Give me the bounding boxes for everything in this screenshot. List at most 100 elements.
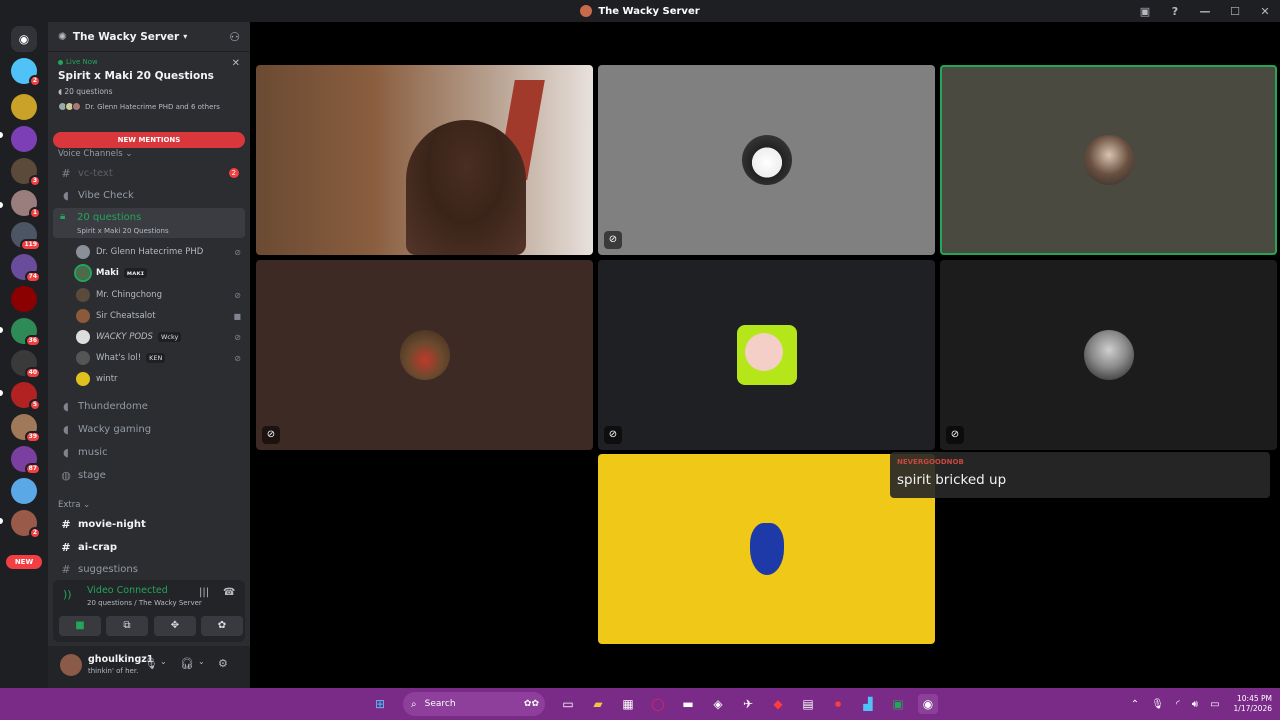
server-icon[interactable]: 119	[11, 222, 41, 251]
maximize-button[interactable]: ☐	[1220, 5, 1250, 18]
clock[interactable]: 10:45 PM 1/17/2026	[1234, 694, 1272, 714]
close-button[interactable]: ✕	[1250, 5, 1280, 18]
voice-user[interactable]: Maki ᴍᴀᴋɪ	[74, 263, 241, 283]
volume-icon[interactable]: 🔊︎	[1192, 699, 1198, 710]
channel-music[interactable]: ◖ music	[53, 442, 245, 462]
voice-user[interactable]: What's lol! KEN ⊘	[76, 348, 241, 368]
settings-gear-icon[interactable]: ⚙	[218, 657, 228, 670]
hash-icon: #	[61, 562, 71, 576]
microphone-icon[interactable]: 🎙︎	[144, 657, 158, 670]
live-event-banner[interactable]: Live Now Spirit x Maki 20 Questions ◖ 20…	[48, 52, 250, 118]
screen-share-button[interactable]: ⧉	[106, 616, 148, 636]
app-icon[interactable]: ✈	[738, 694, 758, 714]
chevron-down-icon[interactable]: ⌄	[198, 657, 205, 666]
discord-home-icon[interactable]: ◉	[11, 26, 37, 52]
video-tile-mask[interactable]: ⊘	[940, 260, 1277, 450]
app-icon[interactable]: ▬	[678, 694, 698, 714]
taskbar-search[interactable]: ⌕ Search ✿✿	[403, 692, 545, 716]
channel-20-questions[interactable]: 🔒︎ 20 questions Spirit x Maki 20 Questio…	[53, 208, 245, 238]
video-tile-webcam[interactable]	[256, 65, 593, 255]
store-icon[interactable]: ▦	[618, 694, 638, 714]
category-extra[interactable]: Extra ⌄	[58, 500, 90, 510]
category-voice-channels[interactable]: Voice Channels ⌄	[58, 149, 132, 159]
server-icon[interactable]: 3	[11, 158, 41, 187]
app-icon[interactable]: ◯	[648, 694, 668, 714]
minimize-button[interactable]: —	[1190, 5, 1220, 18]
chevron-down-icon[interactable]: ⌄	[160, 657, 167, 666]
invite-people-icon[interactable]: ⚇	[229, 30, 240, 44]
battery-icon[interactable]: ▭	[1210, 699, 1219, 710]
channel-movie-night[interactable]: # movie-night	[53, 514, 245, 534]
voice-user[interactable]: Dr. Glenn Hatecrime PHD ⊘	[76, 242, 241, 262]
channel-suggestions[interactable]: # suggestions	[53, 559, 245, 579]
close-icon[interactable]: ✕	[232, 58, 240, 69]
video-tile-yellow[interactable]	[598, 454, 935, 644]
voice-user[interactable]: Sir Cheatsalot ■	[76, 306, 241, 326]
avatar	[1083, 135, 1134, 185]
server-icon[interactable]: 2	[11, 510, 41, 539]
video-tile-cat[interactable]: ⊘	[598, 65, 935, 255]
channel-sidebar: ✺ The Wacky Server ▾ ⚇ Live Now Spirit x…	[48, 22, 250, 688]
avatar[interactable]	[60, 654, 82, 676]
voice-user[interactable]: wintr	[76, 369, 241, 389]
server-icon[interactable]: 5	[11, 382, 41, 411]
speaker-icon: ◖	[63, 399, 69, 413]
channel-vc-text[interactable]: # vc-text 2	[53, 163, 245, 183]
disconnect-icon[interactable]: ☎	[223, 587, 235, 598]
inbox-icon[interactable]: ▣	[1130, 5, 1160, 18]
channel-wacky-gaming[interactable]: ◖ Wacky gaming	[53, 419, 245, 439]
task-view-icon[interactable]: ▭	[558, 694, 578, 714]
channel-stage[interactable]: ◍ stage	[53, 465, 245, 485]
video-tile-speaking[interactable]	[940, 65, 1277, 255]
server-icon[interactable]	[11, 126, 37, 152]
server-icon[interactable]	[11, 286, 37, 312]
chevron-up-icon[interactable]: ⌃	[1131, 699, 1139, 710]
voice-user[interactable]: Mr. Chingchong ⊘	[76, 285, 241, 305]
channel-ai-crap[interactable]: # ai-crap	[53, 537, 245, 557]
voice-user[interactable]: WACKY PODS Wcky ⊘	[76, 327, 241, 347]
server-icon[interactable]: 87	[11, 446, 41, 475]
app-icon[interactable]: ▣	[888, 694, 908, 714]
video-tile-cowboy[interactable]: ⊘	[256, 260, 593, 450]
search-icon: ⌕	[411, 698, 417, 710]
noise-suppression-icon[interactable]: |||	[199, 587, 209, 598]
chat-message-popup[interactable]: NEVERGOODNOB spirit bricked up	[890, 452, 1270, 498]
new-mentions-button[interactable]: NEW MENTIONS	[53, 132, 245, 148]
server-icon[interactable]	[11, 94, 37, 120]
record-icon[interactable]: ⏺	[828, 694, 848, 714]
avatar	[76, 351, 90, 365]
app-icon[interactable]: ▤	[798, 694, 818, 714]
app-icon[interactable]: ◈	[708, 694, 728, 714]
connection-status[interactable]: Video Connected	[87, 585, 168, 596]
connection-location[interactable]: 20 questions / The Wacky Server	[87, 599, 202, 607]
channel-thunderdome[interactable]: ◖ Thunderdome	[53, 396, 245, 416]
wifi-icon[interactable]: ◜	[1176, 699, 1180, 710]
muted-icon: ⊘	[604, 426, 622, 444]
avatar	[76, 245, 90, 259]
server-icon[interactable]: 36	[11, 318, 41, 347]
app-icon[interactable]: ◆	[768, 694, 788, 714]
video-tile-robot[interactable]: ⊘	[598, 260, 935, 450]
server-icon[interactable]: 1	[11, 190, 41, 219]
server-icon[interactable]: 2	[11, 58, 41, 87]
headphones-icon[interactable]: 🎧︎	[180, 657, 194, 670]
file-explorer-icon[interactable]: ▰	[588, 694, 608, 714]
discord-taskbar-icon[interactable]: ◉	[918, 694, 938, 714]
microphone-icon[interactable]: 🎙︎	[1151, 699, 1164, 710]
windows-start-icon[interactable]: ⊞	[370, 694, 390, 714]
server-icon[interactable]	[11, 478, 37, 504]
signal-icon[interactable]: ))	[63, 588, 72, 601]
server-header[interactable]: ✺ The Wacky Server ▾ ⚇	[48, 22, 250, 52]
soundboard-button[interactable]: ✿	[201, 616, 243, 636]
activities-button[interactable]: ✥	[154, 616, 196, 636]
chevron-down-icon: ▾	[183, 32, 188, 41]
help-icon[interactable]: ?	[1160, 5, 1190, 18]
camera-button[interactable]: ■	[59, 616, 101, 636]
server-icon[interactable]: 40	[11, 350, 41, 379]
channel-vibe-check[interactable]: ◖ Vibe Check	[53, 185, 245, 205]
app-icon[interactable]: ▟	[858, 694, 878, 714]
hash-icon: #	[61, 166, 71, 180]
server-icon[interactable]: 39	[11, 414, 41, 443]
server-icon[interactable]: 74	[11, 254, 41, 283]
new-servers-pill[interactable]: NEW	[6, 555, 42, 569]
